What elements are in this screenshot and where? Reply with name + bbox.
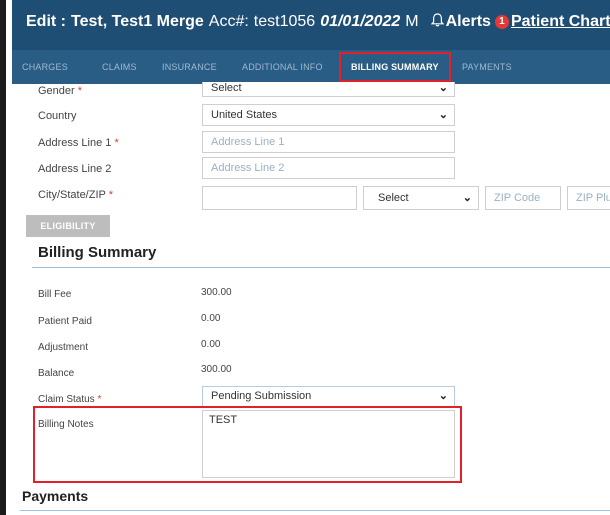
billing-summary-title: Billing Summary — [38, 244, 157, 261]
page: Edit : Test, Test1 Merge Acc#: test1056 … — [0, 0, 610, 515]
gender-label: Gender * — [38, 85, 83, 97]
edit-header: Edit : Test, Test1 Merge Acc#: test1056 … — [12, 0, 610, 50]
city-input[interactable] — [202, 186, 357, 210]
alerts-link[interactable]: Alerts — [446, 13, 491, 31]
tab-additional-info[interactable]: ADDITIONAL INFO — [242, 50, 323, 84]
chevron-down-icon: ⌄ — [438, 82, 448, 94]
section-divider — [32, 267, 610, 268]
tab-payments[interactable]: PAYMENTS — [462, 50, 512, 84]
adjustment-label: Adjustment — [38, 342, 89, 353]
state-select[interactable]: Select ⌄ — [363, 186, 479, 210]
chevron-down-icon: ⌄ — [462, 192, 472, 204]
claim-status-label: Claim Status * — [38, 394, 102, 405]
bill-fee-value: 300.00 — [201, 287, 232, 298]
patient-chart-link[interactable]: Patient Chart — [511, 13, 610, 31]
tabs-bar: CHARGES CLAIMS INSURANCE ADDITIONAL INFO… — [12, 50, 610, 84]
required-mark: * — [77, 85, 83, 97]
country-label: Country — [38, 110, 77, 122]
zip-code-input[interactable]: ZIP Code — [485, 186, 561, 210]
adjustment-value: 0.00 — [201, 339, 221, 350]
address-line-2-input[interactable]: Address Line 2 — [202, 157, 455, 179]
eligibility-button[interactable]: ELIGIBILITY — [26, 215, 110, 237]
required-mark: * — [108, 189, 113, 201]
zip-plus-input[interactable]: ZIP Plus — [567, 186, 610, 210]
patient-paid-label: Patient Paid — [38, 316, 92, 327]
patient-dob: 01/01/2022 — [320, 13, 401, 30]
bell-icon[interactable] — [430, 13, 444, 31]
alerts-count-badge: 1 — [494, 15, 509, 29]
tab-charges[interactable]: CHARGES — [22, 50, 68, 84]
required-mark: * — [97, 394, 102, 405]
payments-title: Payments — [22, 488, 89, 504]
balance-label: Balance — [38, 368, 75, 379]
address-line-1-input[interactable]: Address Line 1 — [202, 131, 455, 153]
required-mark: * — [114, 137, 119, 149]
city-state-zip-label: City/State/ZIP * — [38, 189, 113, 201]
country-select[interactable]: United States ⌄ — [202, 104, 455, 126]
address-line-2-label: Address Line 2 — [38, 163, 112, 175]
edit-prefix: Edit : — [26, 13, 66, 30]
section-divider — [20, 510, 610, 511]
address-line-1-label: Address Line 1 * — [38, 137, 119, 149]
balance-value: 300.00 — [201, 364, 232, 375]
chevron-down-icon: ⌄ — [438, 390, 448, 402]
acc-label: Acc#: — [208, 13, 249, 30]
acc-value: test1056 — [253, 13, 316, 30]
gender-select[interactable]: Select ⌄ — [202, 82, 455, 97]
tab-insurance[interactable]: INSURANCE — [162, 50, 217, 84]
chevron-down-icon: ⌄ — [438, 109, 448, 121]
patient-sex: M — [405, 13, 419, 30]
tab-claims[interactable]: CLAIMS — [102, 50, 137, 84]
tab-billing-summary[interactable]: BILLING SUMMARY — [339, 52, 451, 82]
patient-name: Test, Test1 Merge — [71, 13, 204, 30]
header-title-row: Edit : Test, Test1 Merge Acc#: test1056 … — [26, 13, 610, 31]
claim-status-select[interactable]: Pending Submission ⌄ — [202, 386, 455, 407]
bill-fee-label: Bill Fee — [38, 289, 72, 300]
billing-notes-highlight — [33, 406, 462, 483]
patient-paid-value: 0.00 — [201, 313, 221, 324]
